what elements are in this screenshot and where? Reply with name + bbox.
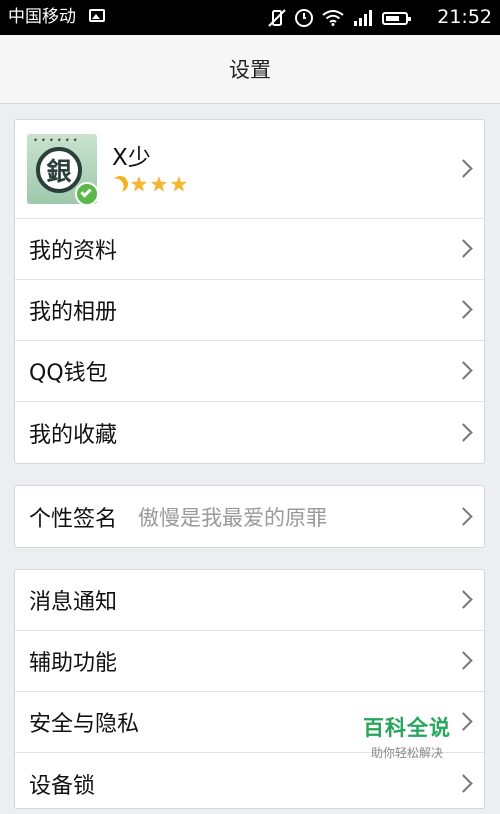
menu-item-label: 我的资料 — [29, 239, 118, 264]
watermark-title: 百科全说 — [363, 716, 451, 740]
status-icons — [268, 6, 411, 30]
battery-icon — [382, 11, 411, 25]
menu-item-label: QQ钱包 — [29, 361, 108, 386]
star-icon: ★ — [169, 172, 188, 196]
menu-item-label: 辅助功能 — [29, 651, 118, 676]
chevron-right-icon — [454, 239, 473, 258]
menu-item-my-profile[interactable]: 我的资料 — [15, 219, 484, 280]
alarm-icon — [295, 9, 313, 27]
menu-item-qq-wallet[interactable]: QQ钱包 — [15, 341, 484, 402]
image-icon — [89, 9, 105, 22]
profile-info: X少 ★ ★ ★ — [112, 144, 188, 194]
profile-row[interactable]: ✦ ✦ ✦ ✦ ✦ ✦ 銀 X少 ★ ★ ★ — [15, 120, 484, 219]
profile-group: ✦ ✦ ✦ ✦ ✦ ✦ 銀 X少 ★ ★ ★ 我的资料 我的相册 QQ钱包 我的… — [14, 119, 485, 464]
avatar: ✦ ✦ ✦ ✦ ✦ ✦ 銀 — [27, 134, 97, 204]
menu-item-label: 安全与隐私 — [29, 712, 140, 737]
menu-item-label: 消息通知 — [29, 590, 118, 615]
chevron-right-icon — [454, 651, 473, 670]
signature-label: 个性签名 — [29, 506, 118, 532]
settings-group: 消息通知 辅助功能 安全与隐私 设备锁 — [14, 569, 485, 809]
avatar-arc-text-icon: ✦ ✦ ✦ ✦ ✦ ✦ — [33, 137, 79, 144]
menu-item-device-lock[interactable]: 设备锁 — [15, 753, 484, 814]
status-bar: 中国移动 21:52 — [0, 0, 500, 35]
wifi-icon — [322, 10, 344, 26]
menu-item-label: 我的收藏 — [29, 422, 118, 448]
menu-item-signature[interactable]: 个性签名 傲慢是我最爱的原罪 — [15, 486, 484, 547]
chevron-right-icon — [454, 361, 473, 380]
signature-value: 傲慢是我最爱的原罪 — [138, 505, 328, 530]
menu-item-my-album[interactable]: 我的相册 — [15, 280, 484, 341]
moon-icon — [109, 173, 131, 195]
chevron-right-icon — [454, 300, 473, 319]
chevron-right-icon — [454, 159, 473, 178]
signal-icon — [353, 10, 373, 26]
header: 设置 — [0, 35, 500, 104]
nickname: X少 — [112, 145, 151, 171]
level-badges: ★ ★ ★ — [112, 174, 188, 194]
watermark-subtitle: 助你轻松解决 — [370, 746, 443, 760]
menu-item-label: 我的相册 — [29, 300, 118, 325]
star-icon: ★ — [130, 172, 148, 196]
verified-check-icon — [75, 182, 97, 204]
page-title: 设置 — [229, 58, 271, 82]
watermark-logo: 百科全说 助你轻松解决 — [352, 712, 462, 761]
clock: 21:52 — [437, 6, 492, 28]
carrier-label: 中国移动 — [8, 7, 76, 27]
vibrate-off-icon — [268, 9, 286, 27]
menu-item-label: 设备锁 — [29, 773, 96, 799]
menu-item-notifications[interactable]: 消息通知 — [15, 570, 484, 631]
chevron-right-icon — [454, 506, 473, 526]
chevron-right-icon — [454, 422, 473, 442]
signature-group: 个性签名 傲慢是我最爱的原罪 — [14, 485, 485, 548]
chevron-right-icon — [454, 590, 473, 609]
star-icon: ★ — [149, 172, 168, 196]
chevron-right-icon — [454, 773, 473, 793]
avatar-glyph: 銀 — [36, 147, 82, 193]
menu-item-my-favorites[interactable]: 我的收藏 — [15, 402, 484, 463]
menu-item-accessibility[interactable]: 辅助功能 — [15, 631, 484, 692]
